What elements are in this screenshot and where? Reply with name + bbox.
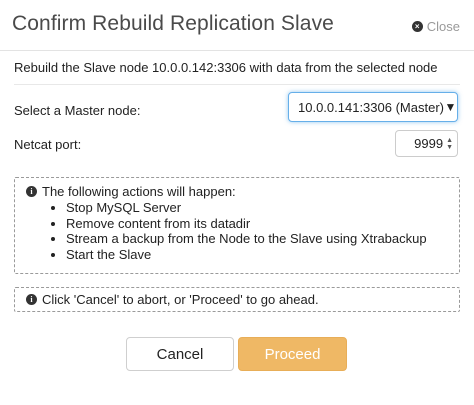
list-item: Remove content from its datadir <box>66 216 459 232</box>
close-button[interactable]: × Close <box>411 19 460 34</box>
proceed-note-text: Click 'Cancel' to abort, or 'Proceed' to… <box>42 292 319 307</box>
netcat-port-value[interactable]: 9999 <box>414 136 443 151</box>
dialog-header: Confirm Rebuild Replication Slave × Clos… <box>0 0 474 51</box>
close-label[interactable]: Close <box>427 19 460 34</box>
actions-list: Stop MySQL Server Remove content from it… <box>26 200 459 262</box>
master-node-label: Select a Master node: <box>14 103 141 118</box>
info-icon: i <box>26 186 37 197</box>
list-item: Start the Slave <box>66 247 459 263</box>
rebuild-slave-dialog: Confirm Rebuild Replication Slave × Clos… <box>0 0 474 405</box>
divider <box>14 84 460 85</box>
info-icon: i <box>26 294 37 305</box>
spin-arrows-icon[interactable]: ▲ ▼ <box>446 137 453 151</box>
dialog-title: Confirm Rebuild Replication Slave <box>12 12 334 35</box>
netcat-port-input[interactable]: 9999 ▲ ▼ <box>395 130 458 157</box>
actions-info-heading: i The following actions will happen: <box>26 184 459 199</box>
netcat-port-label: Netcat port: <box>14 137 82 152</box>
proceed-note-box: i Click 'Cancel' to abort, or 'Proceed' … <box>14 287 460 312</box>
master-node-value[interactable]: 10.0.0.141:3306 (Master) <box>298 100 444 115</box>
close-icon[interactable]: × <box>411 21 423 32</box>
list-item: Stream a backup from the Node to the Sla… <box>66 231 459 247</box>
list-item: Stop MySQL Server <box>66 200 459 216</box>
actions-info-box: i The following actions will happen: Sto… <box>14 177 460 274</box>
caret-down-icon[interactable]: ▼ <box>444 100 457 114</box>
proceed-button[interactable]: Proceed <box>238 337 347 371</box>
cancel-button[interactable]: Cancel <box>126 337 234 371</box>
master-node-select[interactable]: 10.0.0.141:3306 (Master) ▼ <box>288 92 458 122</box>
dialog-description: Rebuild the Slave node 10.0.0.142:3306 w… <box>14 60 438 75</box>
actions-heading-text: The following actions will happen: <box>42 184 236 199</box>
